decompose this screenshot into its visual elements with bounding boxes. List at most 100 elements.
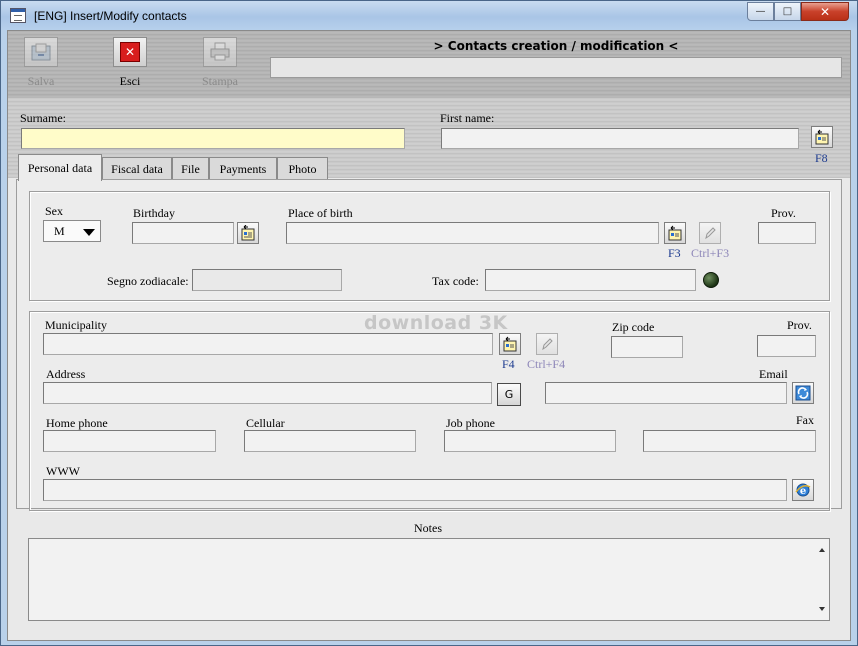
refresh-mail-icon: [795, 385, 811, 401]
address-prov-input[interactable]: [757, 335, 816, 357]
tab-personal-data[interactable]: Personal data: [18, 154, 102, 181]
open-website-button[interactable]: e: [792, 479, 814, 501]
surname-input[interactable]: [21, 128, 405, 149]
notes-label: Notes: [414, 521, 442, 535]
fax-label: Fax: [796, 413, 814, 427]
tab-label: Payments: [219, 161, 267, 176]
job-phone-input[interactable]: [444, 430, 616, 452]
birthday-input[interactable]: [132, 222, 234, 244]
tab-payments[interactable]: Payments: [209, 157, 277, 180]
email-label: Email: [759, 367, 788, 381]
zodiac-field: [192, 269, 342, 291]
municipality-lookup-shortcut: F4: [502, 357, 515, 371]
address-label: Address: [46, 367, 86, 381]
tab-label: Photo: [288, 161, 317, 176]
chevron-down-icon: [83, 229, 95, 236]
print-label: Stampa: [202, 74, 238, 88]
save-label: Salva: [27, 74, 55, 88]
tax-code-label: Tax code:: [432, 274, 479, 288]
printer-icon: [203, 37, 237, 67]
address-group: Municipality F4 Ctrl+F4 Zip code Prov. A…: [29, 311, 830, 511]
save-button[interactable]: Salva: [16, 37, 66, 89]
firstname-input[interactable]: [441, 128, 799, 149]
tab-fiscal-data[interactable]: Fiscal data: [102, 157, 172, 180]
tax-code-status-led: [703, 272, 719, 288]
app-window: [ENG] Insert/Modify contacts — □ ✕ Salva…: [0, 0, 858, 646]
home-phone-input[interactable]: [43, 430, 216, 452]
job-phone-label: Job phone: [446, 416, 495, 430]
place-of-birth-input[interactable]: [286, 222, 659, 244]
place-edit-shortcut: Ctrl+F3: [691, 246, 730, 260]
card-lookup-icon: [503, 336, 517, 352]
surname-label: Surname:: [20, 111, 66, 125]
birthday-label: Birthday: [133, 206, 175, 220]
email-input[interactable]: [545, 382, 787, 404]
personal-group: Sex M Birthday Place of birth F3 Ctrl+F3…: [29, 191, 830, 301]
birth-prov-input[interactable]: [758, 222, 816, 244]
window-close-button[interactable]: ✕: [801, 2, 849, 21]
www-input[interactable]: [43, 479, 787, 501]
municipality-edit-button[interactable]: [536, 333, 558, 355]
toolbar: Salva ✕ Esci Stampa > Contacts creation …: [8, 31, 850, 98]
birth-prov-label: Prov.: [771, 206, 796, 220]
print-button[interactable]: Stampa: [195, 37, 245, 89]
window-title: [ENG] Insert/Modify contacts: [34, 9, 187, 23]
sex-select[interactable]: M: [43, 220, 101, 242]
address-prov-label: Prov.: [787, 318, 812, 332]
zip-code-input[interactable]: [611, 336, 683, 358]
send-email-button[interactable]: [792, 382, 814, 404]
download3k-watermark-logo: download 3K: [364, 312, 508, 334]
minimize-button[interactable]: —: [747, 2, 774, 21]
tab-label: Fiscal data: [111, 161, 163, 176]
close-red-icon: ✕: [120, 42, 140, 62]
personal-data-panel: Sex M Birthday Place of birth F3 Ctrl+F3…: [16, 179, 842, 511]
zodiac-label: Segno zodiacale:: [107, 274, 189, 288]
municipality-input[interactable]: [43, 333, 493, 355]
home-phone-label: Home phone: [46, 416, 108, 430]
place-of-birth-label: Place of birth: [288, 206, 353, 220]
tax-code-input[interactable]: [485, 269, 696, 291]
municipality-lookup-button[interactable]: [499, 333, 521, 355]
client-area: Salva ✕ Esci Stampa > Contacts creation …: [7, 30, 851, 641]
tab-file[interactable]: File: [172, 157, 209, 180]
save-icon: [24, 37, 58, 67]
fax-input[interactable]: [643, 430, 816, 452]
cellular-input[interactable]: [244, 430, 416, 452]
maximize-button[interactable]: □: [774, 2, 801, 21]
municipality-label: Municipality: [45, 318, 107, 332]
app-icon: [10, 8, 26, 23]
header-title: > Contacts creation / modification <: [433, 39, 679, 53]
place-edit-button[interactable]: [699, 222, 721, 244]
card-lookup-icon: [668, 225, 682, 241]
browser-icon: e: [795, 483, 811, 497]
close-icon: ✕: [819, 4, 831, 19]
maximize-icon: □: [782, 6, 793, 17]
exit-button[interactable]: ✕ Esci: [105, 37, 155, 89]
pencil-icon: [705, 227, 716, 240]
address-input[interactable]: [43, 382, 492, 404]
lookup-shortcut: F8: [815, 151, 828, 165]
municipality-edit-shortcut: Ctrl+F4: [527, 357, 566, 371]
tab-photo[interactable]: Photo: [277, 157, 328, 180]
address-g-button[interactable]: G: [497, 383, 521, 406]
card-lookup-icon: [815, 129, 829, 145]
birthday-calendar-button[interactable]: [237, 222, 259, 244]
minimize-icon: —: [755, 6, 766, 17]
tab-label: File: [181, 161, 200, 176]
place-lookup-shortcut: F3: [668, 246, 681, 260]
scroll-down-icon[interactable]: [819, 607, 825, 611]
place-lookup-button[interactable]: [664, 222, 686, 244]
title-bar[interactable]: [ENG] Insert/Modify contacts — □ ✕: [1, 1, 857, 30]
tab-label: Personal data: [27, 160, 93, 175]
status-bar: [270, 57, 842, 78]
firstname-label: First name:: [440, 111, 495, 125]
zip-code-label: Zip code: [612, 320, 655, 334]
contact-lookup-button[interactable]: [811, 126, 833, 148]
exit-icon-frame: ✕: [113, 37, 147, 67]
scroll-up-icon[interactable]: [819, 548, 825, 552]
www-label: WWW: [46, 464, 80, 478]
exit-label: Esci: [119, 74, 141, 88]
cellular-label: Cellular: [246, 416, 285, 430]
pencil-icon: [542, 338, 553, 351]
notes-textarea[interactable]: [28, 538, 830, 621]
